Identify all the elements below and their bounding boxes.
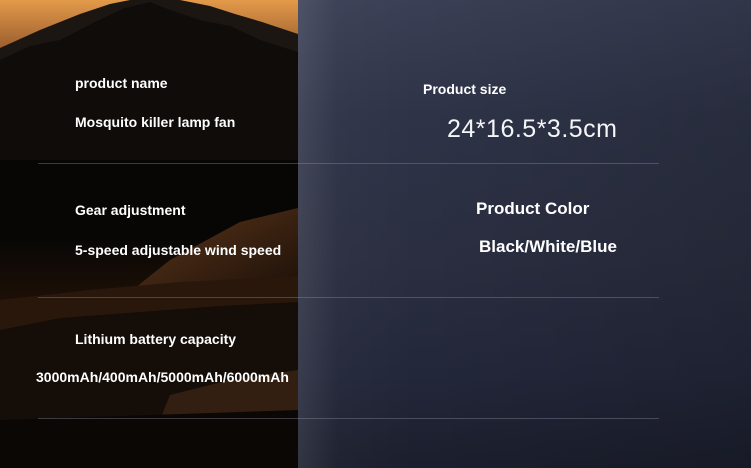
row-divider	[38, 418, 659, 419]
mountain-photo-panel	[0, 0, 298, 468]
product-color-value: Black/White/Blue	[479, 237, 617, 256]
battery-capacity-label: Lithium battery capacity	[75, 331, 237, 347]
row-divider	[38, 297, 659, 298]
product-color-label: Product Color	[476, 199, 590, 218]
product-size-value: 24*16.5*3.5cm	[447, 115, 618, 143]
gear-adjustment-value: 5-speed adjustable wind speed	[75, 242, 282, 258]
product-name-label: product name	[75, 75, 168, 91]
spec-sheet: product name Mosquito killer lamp fan Pr…	[0, 0, 751, 468]
battery-capacity-value: 3000mAh/400mAh/5000mAh/6000mAh	[36, 369, 289, 385]
gear-adjustment-label: Gear adjustment	[75, 202, 186, 218]
metal-texture-panel	[298, 0, 751, 468]
row-divider	[38, 163, 659, 164]
product-name-value: Mosquito killer lamp fan	[75, 114, 236, 130]
mountain-landscape-image	[0, 0, 298, 468]
product-size-label: Product size	[423, 81, 507, 97]
